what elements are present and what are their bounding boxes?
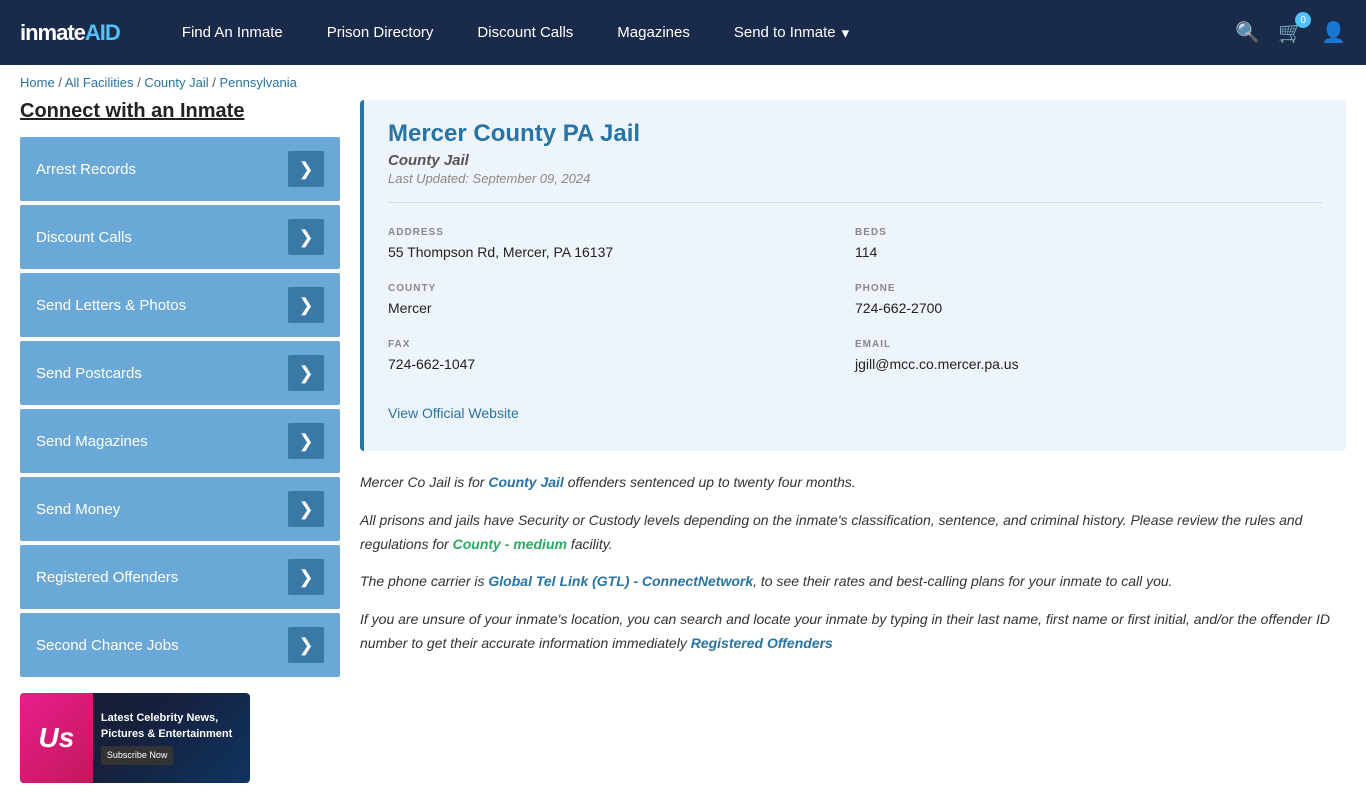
breadcrumb-all-facilities[interactable]: All Facilities xyxy=(65,75,134,90)
phone-label: PHONE xyxy=(855,283,1322,294)
desc-para4-pre: If you are unsure of your inmate's locat… xyxy=(360,611,1330,651)
facility-name: Mercer County PA Jail xyxy=(388,120,1322,148)
county-medium-link[interactable]: County - medium xyxy=(453,536,567,552)
sidebar-item-label: Registered Offenders xyxy=(36,569,178,586)
facility-description: Mercer Co Jail is for County Jail offend… xyxy=(360,471,1346,656)
gtl-link[interactable]: Global Tel Link (GTL) - ConnectNetwork xyxy=(488,573,753,589)
detail-address: ADDRESS 55 Thompson Rd, Mercer, PA 16137 xyxy=(388,217,855,273)
cart-icon[interactable]: 🛒 0 xyxy=(1278,20,1303,45)
ad-subscribe-button[interactable]: Subscribe Now xyxy=(101,746,174,765)
facility-details: ADDRESS 55 Thompson Rd, Mercer, PA 16137… xyxy=(388,202,1322,431)
main-container: Connect with an Inmate Arrest Records ❯ … xyxy=(0,100,1366,803)
desc-para1-pre: Mercer Co Jail is for xyxy=(360,474,488,490)
fax-value: 724-662-1047 xyxy=(388,354,855,375)
nav-find-inmate[interactable]: Find An Inmate xyxy=(160,0,305,65)
facility-last-updated: Last Updated: September 09, 2024 xyxy=(388,171,1322,186)
nav-discount-calls[interactable]: Discount Calls xyxy=(455,0,595,65)
beds-value: 114 xyxy=(855,242,1322,263)
sidebar-item-label: Arrest Records xyxy=(36,161,136,178)
sidebar-item-label: Discount Calls xyxy=(36,229,132,246)
detail-phone: PHONE 724-662-2700 xyxy=(855,273,1322,329)
sidebar-item-label: Send Letters & Photos xyxy=(36,297,186,314)
sidebar-title: Connect with an Inmate xyxy=(20,100,340,123)
main-content: Mercer County PA Jail County Jail Last U… xyxy=(360,100,1346,783)
email-label: EMAIL xyxy=(855,339,1322,350)
breadcrumb: Home / All Facilities / County Jail / Pe… xyxy=(0,65,1366,100)
sidebar-menu: Arrest Records ❯ Discount Calls ❯ Send L… xyxy=(20,137,340,677)
sidebar-item-label: Send Postcards xyxy=(36,365,142,382)
desc-para2: All prisons and jails have Security or C… xyxy=(360,509,1346,557)
sidebar-item-registered-offenders[interactable]: Registered Offenders ❯ xyxy=(20,545,340,609)
phone-value: 724-662-2700 xyxy=(855,298,1322,319)
navbar: inmateAID Find An Inmate Prison Director… xyxy=(0,0,1366,65)
breadcrumb-pennsylvania[interactable]: Pennsylvania xyxy=(219,75,296,90)
breadcrumb-county-jail[interactable]: County Jail xyxy=(144,75,208,90)
detail-beds: BEDS 114 xyxy=(855,217,1322,273)
facility-card: Mercer County PA Jail County Jail Last U… xyxy=(360,100,1346,451)
desc-para3: The phone carrier is Global Tel Link (GT… xyxy=(360,570,1346,594)
detail-website: View Official Website xyxy=(388,395,1322,431)
sidebar-arrow-icon: ❯ xyxy=(288,355,324,391)
ad-title: Latest Celebrity News, Pictures & Entert… xyxy=(101,711,242,742)
sidebar-arrow-icon: ❯ xyxy=(288,219,324,255)
sidebar-item-arrest-records[interactable]: Arrest Records ❯ xyxy=(20,137,340,201)
county-jail-link[interactable]: County Jail xyxy=(488,474,563,490)
detail-email: EMAIL jgill@mcc.co.mercer.pa.us xyxy=(855,329,1322,385)
sidebar-item-send-letters[interactable]: Send Letters & Photos ❯ xyxy=(20,273,340,337)
address-value: 55 Thompson Rd, Mercer, PA 16137 xyxy=(388,242,855,263)
desc-para1: Mercer Co Jail is for County Jail offend… xyxy=(360,471,1346,495)
email-value: jgill@mcc.co.mercer.pa.us xyxy=(855,354,1322,375)
navbar-icons: 🔍 🛒 0 👤 xyxy=(1235,20,1346,45)
logo-text: inmateAID xyxy=(20,20,120,46)
desc-para3-pre: The phone carrier is xyxy=(360,573,488,589)
sidebar-item-discount-calls[interactable]: Discount Calls ❯ xyxy=(20,205,340,269)
sidebar-arrow-icon: ❯ xyxy=(288,423,324,459)
sidebar-arrow-icon: ❯ xyxy=(288,151,324,187)
sidebar-arrow-icon: ❯ xyxy=(288,491,324,527)
nav-send-to-inmate[interactable]: Send to Inmate ▾ xyxy=(712,0,871,65)
detail-fax: FAX 724-662-1047 xyxy=(388,329,855,385)
sidebar-item-label: Send Money xyxy=(36,501,120,518)
facility-type: County Jail xyxy=(388,152,1322,169)
desc-para4: If you are unsure of your inmate's locat… xyxy=(360,608,1346,656)
dropdown-arrow-icon: ▾ xyxy=(842,24,850,42)
sidebar-item-send-money[interactable]: Send Money ❯ xyxy=(20,477,340,541)
desc-para2-post: facility. xyxy=(567,536,613,552)
logo[interactable]: inmateAID xyxy=(20,20,120,46)
sidebar-item-label: Send Magazines xyxy=(36,433,148,450)
nav-prison-directory[interactable]: Prison Directory xyxy=(305,0,456,65)
desc-para1-post: offenders sentenced up to twenty four mo… xyxy=(564,474,856,490)
detail-county: COUNTY Mercer xyxy=(388,273,855,329)
sidebar-arrow-icon: ❯ xyxy=(288,287,324,323)
search-icon[interactable]: 🔍 xyxy=(1235,20,1260,45)
sidebar-ad[interactable]: Us Latest Celebrity News, Pictures & Ent… xyxy=(20,693,250,783)
address-label: ADDRESS xyxy=(388,227,855,238)
fax-label: FAX xyxy=(388,339,855,350)
county-value: Mercer xyxy=(388,298,855,319)
sidebar-item-send-magazines[interactable]: Send Magazines ❯ xyxy=(20,409,340,473)
breadcrumb-home[interactable]: Home xyxy=(20,75,55,90)
desc-para3-post: , to see their rates and best-calling pl… xyxy=(753,573,1172,589)
sidebar: Connect with an Inmate Arrest Records ❯ … xyxy=(20,100,340,783)
sidebar-arrow-icon: ❯ xyxy=(288,627,324,663)
nav-magazines[interactable]: Magazines xyxy=(595,0,712,65)
beds-label: BEDS xyxy=(855,227,1322,238)
website-link[interactable]: View Official Website xyxy=(388,405,519,421)
registered-offenders-link[interactable]: Registered Offenders xyxy=(691,635,833,651)
ad-content: Latest Celebrity News, Pictures & Entert… xyxy=(93,703,250,772)
sidebar-item-send-postcards[interactable]: Send Postcards ❯ xyxy=(20,341,340,405)
cart-badge: 0 xyxy=(1295,12,1311,28)
sidebar-item-second-chance-jobs[interactable]: Second Chance Jobs ❯ xyxy=(20,613,340,677)
county-label: COUNTY xyxy=(388,283,855,294)
user-icon[interactable]: 👤 xyxy=(1321,20,1346,45)
ad-brand: Us xyxy=(20,693,93,783)
sidebar-arrow-icon: ❯ xyxy=(288,559,324,595)
nav-links: Find An Inmate Prison Directory Discount… xyxy=(160,0,1235,65)
sidebar-item-label: Second Chance Jobs xyxy=(36,637,179,654)
